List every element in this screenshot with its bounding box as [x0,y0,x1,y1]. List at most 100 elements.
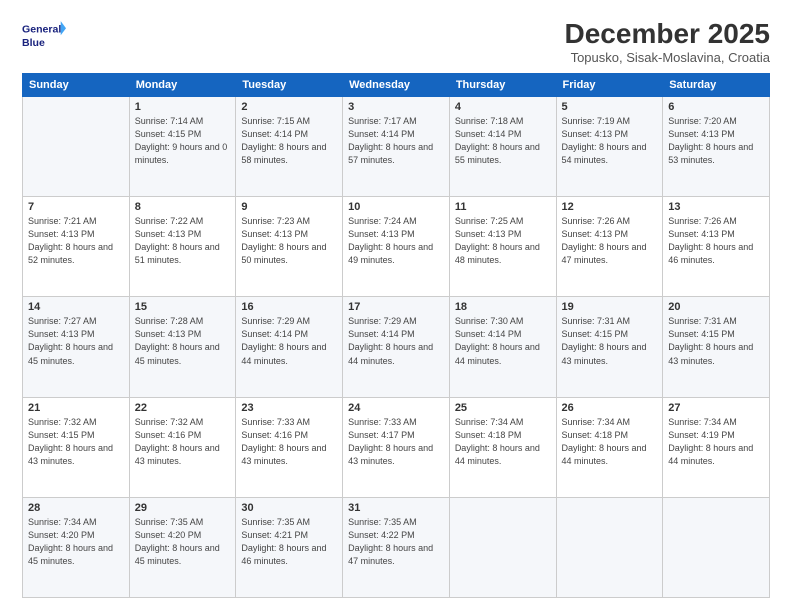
day-number: 3 [348,101,444,113]
day-number: 13 [668,201,764,213]
day-number: 18 [455,301,551,313]
calendar-cell [556,497,663,597]
day-number: 11 [455,201,551,213]
header-friday: Friday [556,74,663,97]
day-number: 16 [241,301,337,313]
calendar-cell: 5 Sunrise: 7:19 AMSunset: 4:13 PMDayligh… [556,97,663,197]
calendar-week-5: 28 Sunrise: 7:34 AMSunset: 4:20 PMDaylig… [23,497,770,597]
day-number: 17 [348,301,444,313]
cell-sunrise: Sunrise: 7:20 AMSunset: 4:13 PMDaylight:… [668,116,753,165]
cell-sunrise: Sunrise: 7:31 AMSunset: 4:15 PMDaylight:… [668,316,753,365]
location: Topusko, Sisak-Moslavina, Croatia [565,50,770,65]
cell-sunrise: Sunrise: 7:14 AMSunset: 4:15 PMDaylight:… [135,116,228,165]
cell-sunrise: Sunrise: 7:32 AMSunset: 4:15 PMDaylight:… [28,417,113,466]
calendar-cell: 12 Sunrise: 7:26 AMSunset: 4:13 PMDaylig… [556,197,663,297]
day-number: 19 [562,301,658,313]
cell-sunrise: Sunrise: 7:21 AMSunset: 4:13 PMDaylight:… [28,216,113,265]
cell-sunrise: Sunrise: 7:22 AMSunset: 4:13 PMDaylight:… [135,216,220,265]
day-number: 20 [668,301,764,313]
calendar-cell: 31 Sunrise: 7:35 AMSunset: 4:22 PMDaylig… [343,497,450,597]
day-number: 2 [241,101,337,113]
calendar-cell: 29 Sunrise: 7:35 AMSunset: 4:20 PMDaylig… [129,497,236,597]
calendar-cell: 26 Sunrise: 7:34 AMSunset: 4:18 PMDaylig… [556,397,663,497]
calendar-cell: 21 Sunrise: 7:32 AMSunset: 4:15 PMDaylig… [23,397,130,497]
header-saturday: Saturday [663,74,770,97]
logo-wrap: General Blue [22,18,66,56]
calendar-cell: 23 Sunrise: 7:33 AMSunset: 4:16 PMDaylig… [236,397,343,497]
day-number: 6 [668,101,764,113]
header-thursday: Thursday [449,74,556,97]
cell-sunrise: Sunrise: 7:27 AMSunset: 4:13 PMDaylight:… [28,316,113,365]
day-number: 14 [28,301,124,313]
day-number: 28 [28,502,124,514]
cell-sunrise: Sunrise: 7:33 AMSunset: 4:16 PMDaylight:… [241,417,326,466]
cell-sunrise: Sunrise: 7:34 AMSunset: 4:19 PMDaylight:… [668,417,753,466]
cell-sunrise: Sunrise: 7:30 AMSunset: 4:14 PMDaylight:… [455,316,540,365]
calendar-cell: 1 Sunrise: 7:14 AMSunset: 4:15 PMDayligh… [129,97,236,197]
calendar-cell: 20 Sunrise: 7:31 AMSunset: 4:15 PMDaylig… [663,297,770,397]
calendar-cell: 11 Sunrise: 7:25 AMSunset: 4:13 PMDaylig… [449,197,556,297]
day-number: 22 [135,402,231,414]
calendar-cell [663,497,770,597]
cell-sunrise: Sunrise: 7:17 AMSunset: 4:14 PMDaylight:… [348,116,433,165]
calendar-cell: 28 Sunrise: 7:34 AMSunset: 4:20 PMDaylig… [23,497,130,597]
calendar-cell: 3 Sunrise: 7:17 AMSunset: 4:14 PMDayligh… [343,97,450,197]
header-tuesday: Tuesday [236,74,343,97]
header-wednesday: Wednesday [343,74,450,97]
calendar-week-3: 14 Sunrise: 7:27 AMSunset: 4:13 PMDaylig… [23,297,770,397]
day-number: 5 [562,101,658,113]
calendar-cell: 13 Sunrise: 7:26 AMSunset: 4:13 PMDaylig… [663,197,770,297]
cell-sunrise: Sunrise: 7:29 AMSunset: 4:14 PMDaylight:… [241,316,326,365]
calendar-cell: 17 Sunrise: 7:29 AMSunset: 4:14 PMDaylig… [343,297,450,397]
calendar-cell: 30 Sunrise: 7:35 AMSunset: 4:21 PMDaylig… [236,497,343,597]
day-number: 27 [668,402,764,414]
day-number: 10 [348,201,444,213]
cell-sunrise: Sunrise: 7:23 AMSunset: 4:13 PMDaylight:… [241,216,326,265]
day-number: 21 [28,402,124,414]
day-number: 15 [135,301,231,313]
day-number: 25 [455,402,551,414]
calendar-cell: 2 Sunrise: 7:15 AMSunset: 4:14 PMDayligh… [236,97,343,197]
general-blue-logo-icon: General Blue [22,18,66,56]
cell-sunrise: Sunrise: 7:35 AMSunset: 4:21 PMDaylight:… [241,517,326,566]
day-number: 29 [135,502,231,514]
day-number: 26 [562,402,658,414]
calendar-cell [23,97,130,197]
calendar-cell: 27 Sunrise: 7:34 AMSunset: 4:19 PMDaylig… [663,397,770,497]
calendar-cell: 24 Sunrise: 7:33 AMSunset: 4:17 PMDaylig… [343,397,450,497]
calendar-cell: 22 Sunrise: 7:32 AMSunset: 4:16 PMDaylig… [129,397,236,497]
cell-sunrise: Sunrise: 7:32 AMSunset: 4:16 PMDaylight:… [135,417,220,466]
page: General Blue December 2025 Topusko, Sisa… [0,0,792,612]
cell-sunrise: Sunrise: 7:29 AMSunset: 4:14 PMDaylight:… [348,316,433,365]
cell-sunrise: Sunrise: 7:34 AMSunset: 4:18 PMDaylight:… [455,417,540,466]
calendar-cell: 25 Sunrise: 7:34 AMSunset: 4:18 PMDaylig… [449,397,556,497]
calendar-header-row: SundayMondayTuesdayWednesdayThursdayFrid… [23,74,770,97]
cell-sunrise: Sunrise: 7:35 AMSunset: 4:22 PMDaylight:… [348,517,433,566]
cell-sunrise: Sunrise: 7:25 AMSunset: 4:13 PMDaylight:… [455,216,540,265]
day-number: 9 [241,201,337,213]
calendar-cell: 19 Sunrise: 7:31 AMSunset: 4:15 PMDaylig… [556,297,663,397]
day-number: 30 [241,502,337,514]
cell-sunrise: Sunrise: 7:26 AMSunset: 4:13 PMDaylight:… [668,216,753,265]
header-monday: Monday [129,74,236,97]
cell-sunrise: Sunrise: 7:34 AMSunset: 4:20 PMDaylight:… [28,517,113,566]
calendar-cell: 18 Sunrise: 7:30 AMSunset: 4:14 PMDaylig… [449,297,556,397]
calendar-cell: 4 Sunrise: 7:18 AMSunset: 4:14 PMDayligh… [449,97,556,197]
day-number: 4 [455,101,551,113]
svg-text:Blue: Blue [22,37,45,49]
day-number: 12 [562,201,658,213]
calendar-week-1: 1 Sunrise: 7:14 AMSunset: 4:15 PMDayligh… [23,97,770,197]
day-number: 31 [348,502,444,514]
cell-sunrise: Sunrise: 7:18 AMSunset: 4:14 PMDaylight:… [455,116,540,165]
day-number: 23 [241,402,337,414]
calendar-cell: 10 Sunrise: 7:24 AMSunset: 4:13 PMDaylig… [343,197,450,297]
day-number: 8 [135,201,231,213]
cell-sunrise: Sunrise: 7:28 AMSunset: 4:13 PMDaylight:… [135,316,220,365]
calendar-week-4: 21 Sunrise: 7:32 AMSunset: 4:15 PMDaylig… [23,397,770,497]
cell-sunrise: Sunrise: 7:19 AMSunset: 4:13 PMDaylight:… [562,116,647,165]
calendar-cell [449,497,556,597]
cell-sunrise: Sunrise: 7:15 AMSunset: 4:14 PMDaylight:… [241,116,326,165]
calendar-cell: 7 Sunrise: 7:21 AMSunset: 4:13 PMDayligh… [23,197,130,297]
calendar-cell: 8 Sunrise: 7:22 AMSunset: 4:13 PMDayligh… [129,197,236,297]
calendar-week-2: 7 Sunrise: 7:21 AMSunset: 4:13 PMDayligh… [23,197,770,297]
